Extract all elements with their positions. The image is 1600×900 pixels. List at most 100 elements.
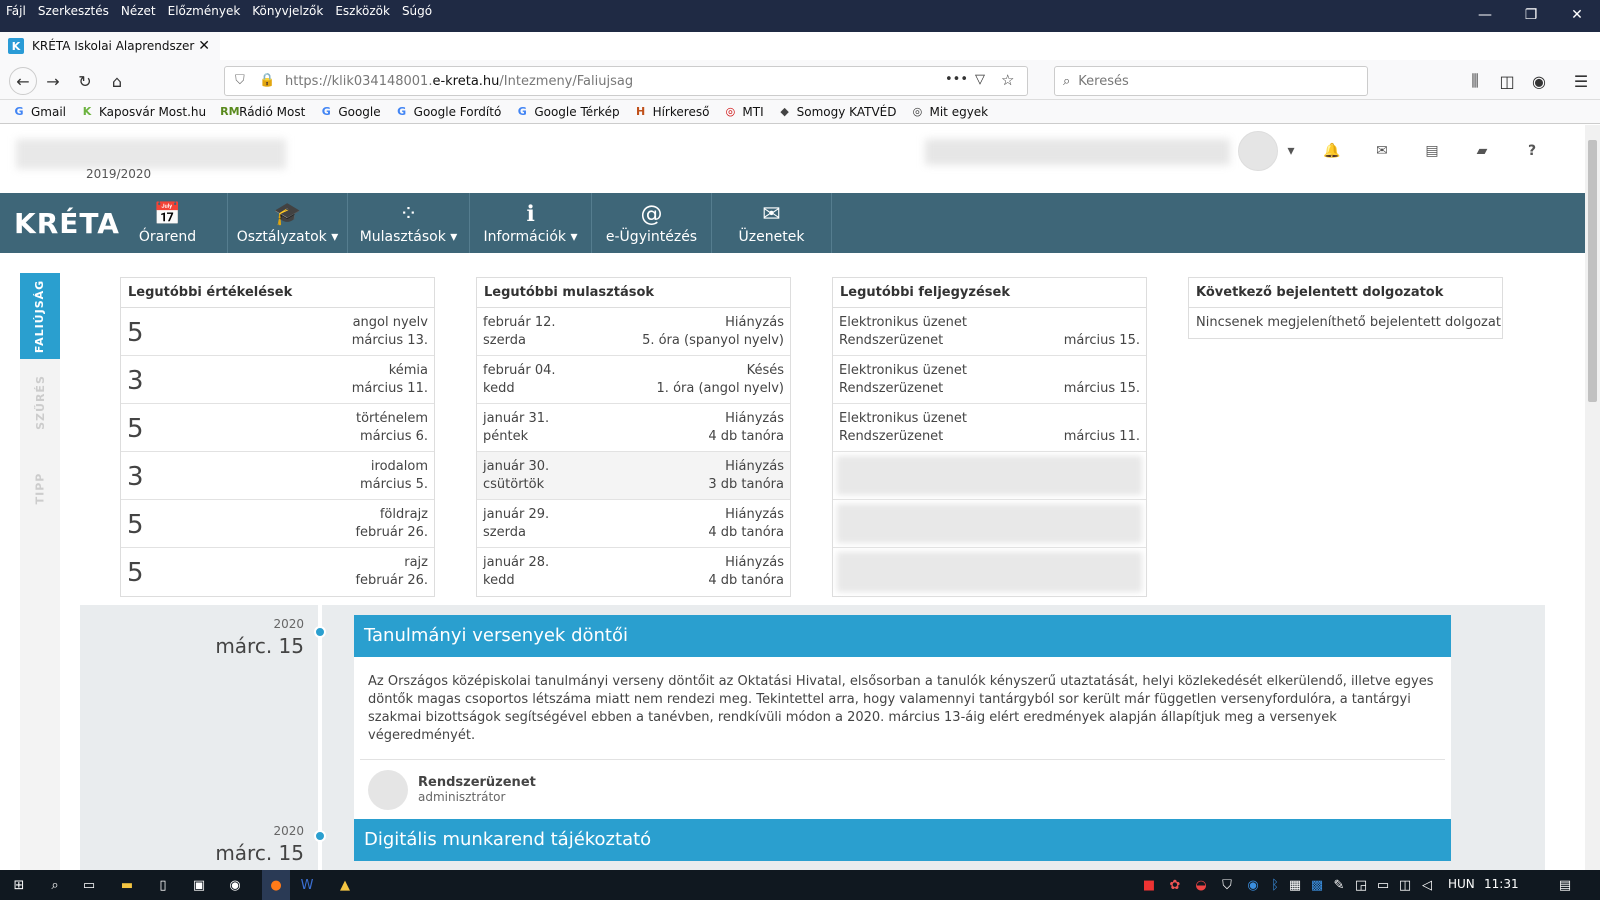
card-icon[interactable]: ▤ (1422, 141, 1442, 161)
back-icon[interactable]: ← (9, 67, 37, 95)
reload-icon[interactable]: ↻ (74, 70, 96, 92)
shield-icon[interactable]: ⛉ (235, 73, 245, 88)
home-icon[interactable]: ⌂ (106, 70, 128, 92)
bookmark-item[interactable]: H Hírkereső (634, 105, 709, 119)
bookmark-star-icon[interactable]: ☆ (1001, 71, 1014, 89)
bookmark-item[interactable]: G Gmail (12, 105, 66, 119)
nav-information[interactable]: ℹ Információk ▾ (470, 193, 592, 253)
volume-icon[interactable]: ◁ (1418, 876, 1436, 894)
absence-row[interactable]: február 04. kedd Késés 1. óra (angol nyelv) (477, 356, 790, 404)
grade-row[interactable]: 5 rajz február 26. (121, 548, 434, 596)
mail-icon[interactable]: ✉ (1372, 141, 1392, 161)
nav-messages[interactable]: ✉ Üzenetek (712, 193, 832, 253)
tray-icon[interactable]: ▦ (1286, 876, 1304, 894)
menu-history[interactable]: Előzmények (168, 4, 241, 18)
browser-search-bar[interactable]: ⌕ Keresés (1054, 66, 1368, 96)
language-indicator[interactable]: HUN (1448, 877, 1475, 891)
tray-icon[interactable]: ✿ (1166, 876, 1184, 894)
search-icon[interactable]: ⌕ (46, 876, 64, 894)
network-icon[interactable]: ◫ (1396, 876, 1414, 894)
app-icon[interactable]: ◉ (226, 876, 244, 894)
note-row-blurred[interactable] (833, 500, 1146, 548)
bookmark-item[interactable]: ◎ Mit egyek (910, 105, 988, 119)
grade-row[interactable]: 5 történelem március 6. (121, 404, 434, 452)
kreta-logo[interactable]: KRÉTA (14, 207, 120, 240)
bookmark-item[interactable]: ◎ MTI (723, 105, 764, 119)
grade-row[interactable]: 3 kémia március 11. (121, 356, 434, 404)
tray-icon[interactable]: ◲ (1352, 876, 1370, 894)
sidebar-icon[interactable]: ◫ (1496, 70, 1518, 92)
bookmark-item[interactable]: RM Rádió Most (220, 105, 305, 119)
menu-edit[interactable]: Szerkesztés (38, 4, 109, 18)
grade-row[interactable]: 5 földrajz február 26. (121, 500, 434, 548)
nav-timetable[interactable]: 📅 Órarend (108, 193, 228, 253)
absence-row[interactable]: január 31. péntek Hiányzás 4 db tanóra (477, 404, 790, 452)
note-row-blurred[interactable] (833, 548, 1146, 596)
tray-icon[interactable]: ▩ (1308, 876, 1326, 894)
note-row[interactable]: Elektronikus üzenet Rendszerüzenet március… (833, 356, 1146, 404)
menu-hamburger-icon[interactable]: ☰ (1570, 70, 1592, 92)
account-icon[interactable]: ◉ (1528, 70, 1550, 92)
tray-icon[interactable]: ◒ (1192, 876, 1210, 894)
nav-e-administration[interactable]: @ e-Ügyintézés (592, 193, 712, 253)
nav-grades[interactable]: 🎓 Osztályzatok ▾ (228, 193, 348, 253)
bookmark-item[interactable]: ◆ Somogy KATVÉD (778, 105, 896, 119)
tab-faliujsag[interactable]: FALIÚJSÁG (20, 273, 60, 359)
restore-icon[interactable]: ❐ (1508, 0, 1554, 30)
book-icon[interactable]: ▰ (1472, 141, 1492, 161)
new-tab-button[interactable]: + (226, 32, 254, 60)
bookmark-item[interactable]: G Google (319, 105, 381, 119)
minimize-icon[interactable]: — (1462, 0, 1508, 30)
word-icon[interactable]: W (298, 876, 316, 894)
app-icon[interactable]: ▣ (190, 876, 208, 894)
post-title[interactable]: Digitális munkarend tájékoztató (354, 819, 1451, 861)
tab-szures[interactable]: SZŰRÉS (20, 359, 60, 445)
absence-row[interactable]: január 29. szerda Hiányzás 4 db tanóra (477, 500, 790, 548)
tab-close-icon[interactable]: ✕ (198, 38, 210, 54)
clock[interactable]: 11:31 (1484, 877, 1519, 891)
chevron-down-icon[interactable]: ▾ (1281, 141, 1301, 161)
absence-row[interactable]: január 28. kedd Hiányzás 4 db tanóra (477, 548, 790, 596)
menu-help[interactable]: Súgó (402, 4, 432, 18)
menu-file[interactable]: Fájl (6, 4, 26, 18)
tray-icon[interactable]: ✎ (1330, 876, 1348, 894)
bell-icon[interactable]: 🔔 (1322, 141, 1342, 161)
tray-icon[interactable]: ■ (1140, 876, 1158, 894)
menu-view[interactable]: Nézet (121, 4, 156, 18)
nav-absences[interactable]: ⁘ Mulasztások ▾ (348, 193, 470, 253)
post-title[interactable]: Tanulmányi versenyek döntői (354, 615, 1451, 657)
note-row[interactable]: Elektronikus üzenet Rendszerüzenet március… (833, 404, 1146, 452)
teamviewer-icon[interactable]: ◉ (1244, 876, 1262, 894)
tab-tipp[interactable]: TIPP (20, 445, 60, 531)
help-icon[interactable]: ? (1522, 141, 1542, 161)
file-explorer-icon[interactable]: ▬ (118, 876, 136, 894)
forward-icon[interactable]: → (42, 70, 64, 92)
bluetooth-icon[interactable]: ᛒ (1266, 876, 1284, 894)
bookmark-item[interactable]: K Kaposvár Most.hu (80, 105, 206, 119)
note-row[interactable]: Elektronikus üzenet Rendszerüzenet március… (833, 308, 1146, 356)
grade-row[interactable]: 3 irodalom március 5. (121, 452, 434, 500)
note-row-blurred[interactable] (833, 452, 1146, 500)
windows-start-icon[interactable]: ⊞ (10, 876, 28, 894)
scrollbar-thumb[interactable] (1588, 140, 1597, 402)
absence-row[interactable]: január 30. csütörtök Hiányzás 3 db tanóra (477, 452, 790, 500)
url-bar[interactable]: ⛉ 🔒 https://klik034148001.e-kreta.hu/Int… (224, 66, 1028, 96)
task-view-icon[interactable]: ▭ (80, 876, 98, 894)
menu-bookmarks[interactable]: Könyvjelzők (252, 4, 323, 18)
notification-icon[interactable]: ▤ (1556, 876, 1574, 894)
defender-icon[interactable]: ⛉ (1218, 876, 1236, 894)
lock-icon[interactable]: 🔒 (259, 73, 275, 88)
user-avatar[interactable] (1238, 131, 1278, 171)
notepad-icon[interactable]: ▯ (154, 876, 172, 894)
menu-tools[interactable]: Eszközök (335, 4, 390, 18)
app-icon[interactable]: ▲ (336, 876, 354, 894)
grade-row[interactable]: 5 angol nyelv március 13. (121, 308, 434, 356)
close-window-icon[interactable]: ✕ (1554, 0, 1600, 30)
browser-tab-active[interactable]: K KRÉTA Iskolai Alaprendszer ✕ (0, 32, 220, 60)
firefox-icon[interactable]: ● (262, 870, 290, 900)
bookmark-item[interactable]: G Google Fordító (395, 105, 501, 119)
library-icon[interactable]: ⫼ (1464, 70, 1486, 92)
page-actions-icon[interactable]: ••• (945, 72, 968, 87)
bookmark-item[interactable]: G Google Térkép (515, 105, 620, 119)
battery-icon[interactable]: ▭ (1374, 876, 1392, 894)
